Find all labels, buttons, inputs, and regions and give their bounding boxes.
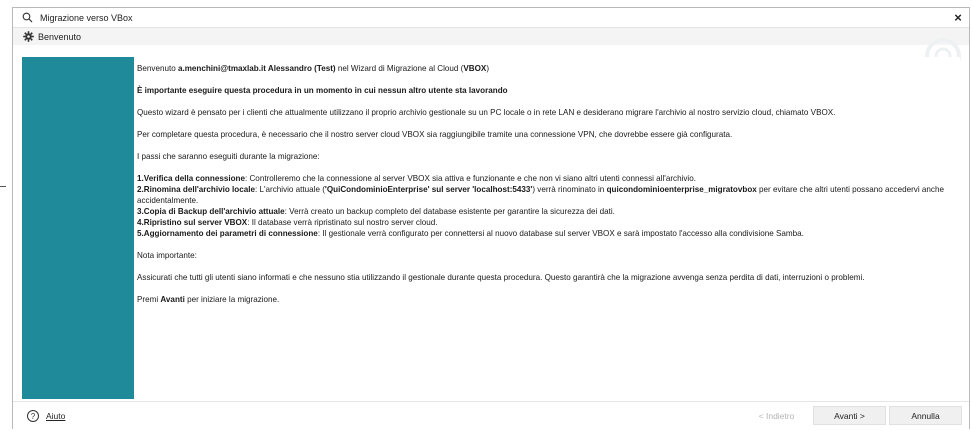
- title-bar: Migrazione verso VBox ×: [13, 8, 969, 27]
- note-title: Nota importante:: [137, 251, 197, 260]
- note-text: Assicurati che tutti gli utenti siano in…: [137, 273, 865, 282]
- cancel-button[interactable]: Annulla: [889, 406, 962, 425]
- window-title: Migrazione verso VBox: [40, 12, 133, 23]
- warning-text: È importante eseguire questa procedura i…: [137, 86, 508, 95]
- back-button[interactable]: < Indietro: [742, 406, 811, 425]
- wizard-content: Benvenuto a.menchini@tmaxlab.it Alessand…: [22, 57, 960, 399]
- wizard-window: Migrazione verso VBox × Benvenuto Benven…: [12, 7, 970, 429]
- steps-intro: I passi che saranno eseguiti durante la …: [137, 152, 320, 161]
- requirement-text: Per completare questa procedura, è neces…: [137, 130, 733, 139]
- search-icon: [21, 12, 33, 24]
- step-item: 2.Rinomina dell'archivio locale: L'archi…: [137, 185, 944, 205]
- welcome-line: Benvenuto a.menchini@tmaxlab.it Alessand…: [137, 64, 490, 73]
- gear-icon: [22, 31, 34, 43]
- help-link[interactable]: Aiuto: [46, 411, 65, 421]
- intro-text: Questo wizard è pensato per i clienti ch…: [137, 108, 836, 117]
- step-item: 3.Copia di Backup dell'archivio attuale:…: [137, 207, 615, 216]
- background-tick: [0, 186, 6, 187]
- page-header: Benvenuto: [13, 27, 969, 45]
- background-window-edge: [0, 0, 12, 431]
- brand-name: VBOX: [463, 64, 487, 73]
- help-circle-icon[interactable]: ?: [27, 410, 39, 422]
- step-item: 1.Verifica della connessione: Controller…: [137, 174, 696, 183]
- help-link-group[interactable]: ? Aiuto: [27, 410, 65, 422]
- welcome-text: Benvenuto a.menchini@tmaxlab.it Alessand…: [137, 63, 957, 305]
- steps-list: 1.Verifica della connessione: Controller…: [137, 173, 957, 239]
- page-title: Benvenuto: [38, 31, 82, 42]
- final-instruction: Premi Avanti per iniziare la migrazione.: [137, 295, 280, 304]
- wizard-footer: ? Aiuto < Indietro Avanti > Annulla: [13, 401, 969, 429]
- wizard-sidebar: [22, 57, 134, 399]
- step-item: 5.Aggiornamento dei parametri di conness…: [137, 229, 804, 238]
- user-name: a.menchini@tmaxlab.it Alessandro (Test): [177, 64, 336, 73]
- step-item: 4.Ripristino sul server VBOX: Il databas…: [137, 218, 438, 227]
- next-button[interactable]: Avanti >: [813, 406, 886, 425]
- close-button[interactable]: ×: [951, 10, 965, 25]
